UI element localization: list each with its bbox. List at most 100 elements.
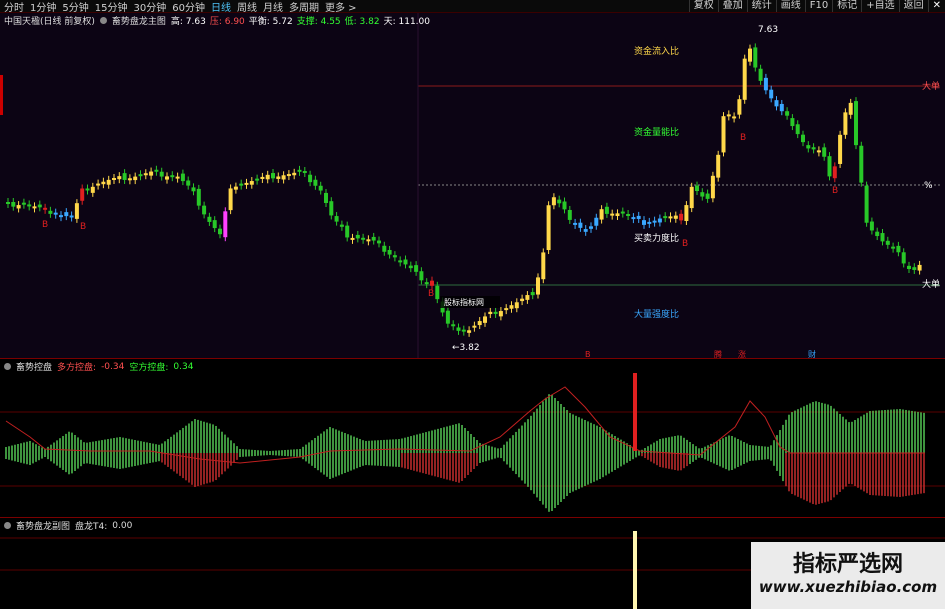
candle-body [382, 245, 387, 252]
candle-body [408, 265, 413, 269]
period-tab-3[interactable]: 15分钟 [95, 0, 128, 14]
tool-button-6[interactable]: +自选 [861, 0, 898, 12]
sub2-settings-icon[interactable] [4, 522, 11, 529]
candle-body [324, 192, 328, 203]
candle-body [869, 221, 874, 231]
candle-body [85, 188, 90, 191]
bull-value: -0.34 [101, 361, 125, 372]
bull-label: 多方控盘: [57, 363, 97, 373]
candle-body [90, 186, 95, 193]
candle-body [350, 237, 355, 240]
period-tab-8[interactable]: 月线 [263, 0, 283, 14]
low-price-note: ←3.82 [452, 343, 480, 353]
large-order-bottom-label: 大单 [922, 278, 940, 290]
period-tab-5[interactable]: 60分钟 [172, 0, 205, 14]
tool-button-0[interactable]: 复权 [688, 0, 718, 12]
candle-body [64, 212, 69, 217]
control-histogram[interactable] [0, 359, 945, 517]
candle-body [112, 178, 116, 180]
candle-body [461, 329, 466, 332]
candle-body [578, 222, 583, 228]
signal-spike [633, 373, 637, 451]
tool-button-2[interactable]: 统计 [746, 0, 776, 12]
candle-body [53, 212, 58, 215]
readout-item-0: 高: 7.63 [170, 17, 206, 27]
period-tab-4[interactable]: 30分钟 [133, 0, 166, 14]
candle-body [223, 211, 228, 238]
candle-body [308, 174, 313, 183]
candle-body [838, 134, 843, 164]
candle-body [424, 282, 429, 285]
candle-body [737, 99, 742, 115]
period-tab-1[interactable]: 1分钟 [30, 0, 56, 14]
tool-button-3[interactable]: 画线 [775, 0, 805, 12]
candle-body [546, 205, 551, 251]
candle-body [170, 175, 175, 178]
energy-ratio-label: 资金量能比 [634, 126, 679, 138]
candle-body [541, 252, 546, 280]
candle-body [138, 174, 143, 177]
candle-body [509, 305, 514, 309]
candle-body [154, 169, 159, 172]
period-tab-10[interactable]: 更多 > [325, 0, 357, 14]
candle-body [101, 181, 106, 185]
candle-body [361, 237, 366, 240]
readout-item-1: 压: 6.90 [209, 17, 245, 27]
bottom-mark-0: B [585, 350, 591, 358]
candle-body [414, 265, 419, 272]
tool-button-4[interactable]: F10 [804, 0, 832, 12]
sub1-settings-icon[interactable] [4, 363, 11, 370]
candle-body [212, 220, 217, 229]
candlestick-chart[interactable]: B BBBBB资金流入比资金量能比买卖力度比大量强度比大单大单%7.63←3.82… [0, 13, 945, 358]
buy-signal-mark: B [428, 289, 434, 299]
candle-body [716, 154, 721, 178]
candle-body [339, 224, 344, 227]
stock-title: 中国天楹(日线 前复权) [4, 17, 95, 27]
candle-body [843, 112, 848, 135]
candle-body [652, 220, 657, 223]
candle-body [149, 171, 154, 176]
candle-body [329, 201, 334, 216]
tool-button-5[interactable]: 标记 [832, 0, 861, 12]
candle-body [186, 180, 191, 186]
candle-body [917, 264, 922, 271]
candle-body [806, 145, 811, 149]
candle-body [567, 209, 572, 220]
tool-button-7[interactable]: 返回 [898, 0, 928, 12]
candle-body [827, 156, 832, 177]
candle-body [663, 216, 668, 219]
site-watermark: 指标严选网 www.xuezhibiao.com [751, 542, 945, 609]
period-tab-7[interactable]: 周线 [237, 0, 257, 14]
close-icon[interactable]: ✕ [927, 0, 945, 12]
candle-body [21, 202, 26, 205]
left-red-strip [0, 75, 3, 115]
period-tab-0[interactable]: 分时 [4, 0, 24, 14]
candle-body [472, 325, 477, 328]
candle-body [366, 239, 371, 242]
candle-body [127, 178, 132, 181]
candle-body [276, 176, 281, 179]
candle-body [620, 211, 625, 214]
candle-body [302, 171, 307, 173]
candle-body [239, 183, 244, 186]
candle-body [48, 210, 53, 214]
candle-body [451, 324, 456, 327]
main-chart-panel[interactable]: B B B B B B 资金流入比 资金量能比 买卖力度比 大量强度比 大单 大单% 7.63 ←3.82… [0, 13, 945, 359]
candle-body [106, 179, 111, 185]
buy-signal-mark: B [80, 222, 86, 232]
watermark-title: 指标严选网 [792, 552, 903, 577]
readout-item-5: 天: 111.00 [383, 17, 430, 27]
control-indicator-panel[interactable]: 畜势控盘 多方控盘: -0.34 空方控盘: 0.34 [0, 359, 945, 518]
candle-body [260, 176, 265, 179]
tool-button-1[interactable]: 叠加 [717, 0, 747, 12]
period-tab-9[interactable]: 多周期 [289, 0, 319, 14]
candle-body [196, 188, 201, 206]
period-tab-6[interactable]: 日线 [211, 0, 231, 14]
candle-body [763, 77, 768, 91]
candle-body [11, 202, 16, 207]
settings-dot-icon[interactable] [99, 17, 107, 24]
candle-body [377, 240, 381, 244]
candle-body [710, 175, 715, 199]
candle-body [297, 169, 302, 172]
period-tab-2[interactable]: 5分钟 [62, 0, 88, 14]
